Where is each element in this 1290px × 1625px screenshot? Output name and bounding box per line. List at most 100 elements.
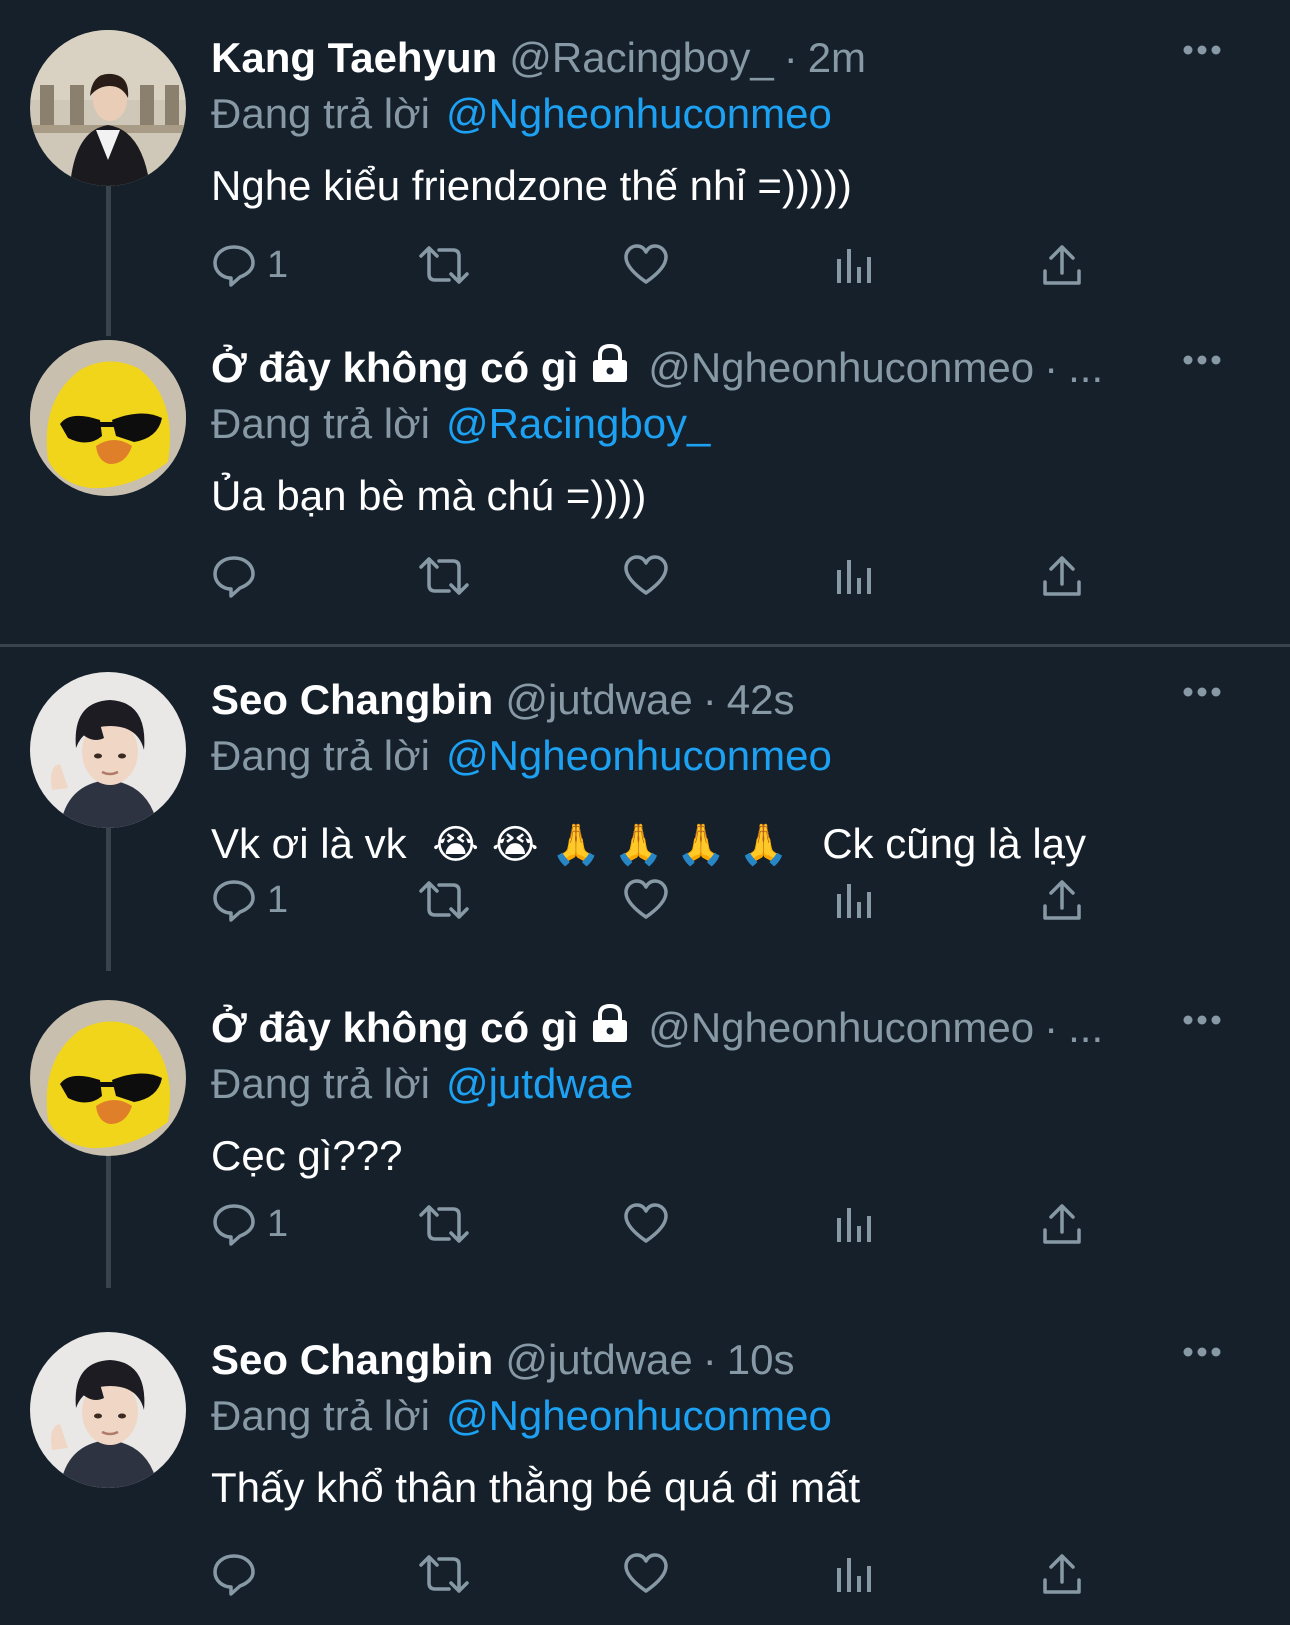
tweet-actions: 1 [211,237,1111,293]
timestamp[interactable]: ... [1068,1004,1103,1052]
replying-label: Đang trả lời [211,1392,430,1439]
user-handle[interactable]: @Ngheonhuconmeo [648,1004,1034,1052]
replying-to: Đang trả lời @Ngheonhuconmeo [211,1388,1211,1444]
more-icon[interactable] [1182,1346,1222,1358]
share-button[interactable] [1041,237,1083,293]
tweet-header: Seo Changbin @jutdwae · 42s [211,672,1211,728]
tweet-header: Ở đây không có gì @Ngheonhuconmeo · ... [211,340,1211,396]
like-icon [623,877,669,923]
views-button[interactable] [835,872,875,928]
views-button[interactable] [835,548,875,604]
emoji-sequence: 😭 😭 🙏 🙏 🙏 🙏 [432,822,789,868]
tweet-content: Ở đây không có gì @Ngheonhuconmeo · ... … [211,1000,1211,1186]
user-handle[interactable]: @jutdwae [505,1336,692,1384]
tweet-text: Cẹc gì??? [211,1132,403,1179]
tweet-text-start: Vk ơi là vk [211,820,407,867]
thread-divider [0,644,1290,647]
share-button[interactable] [1041,548,1083,604]
tweet-header: Kang Taehyun @Racingboy_ · 2m [211,30,1211,86]
views-icon [835,880,875,920]
lock-icon [588,1001,632,1055]
share-icon [1041,878,1083,922]
replying-label: Đang trả lời [211,732,430,779]
retweet-button[interactable] [417,1196,471,1252]
mention-link[interactable]: @Ngheonhuconmeo [446,1392,832,1440]
tweet-text-end: Ck cũng là lạy [822,820,1087,867]
timestamp[interactable]: ... [1068,344,1103,392]
replying-to: Đang trả lời @Ngheonhuconmeo [211,86,1211,142]
views-icon [835,556,875,596]
reply-button[interactable]: 1 [211,1196,288,1252]
views-button[interactable] [835,237,875,293]
tweet-header: Ở đây không có gì @Ngheonhuconmeo · ... [211,1000,1211,1056]
reply-count: 1 [267,878,289,921]
replying-label: Đang trả lời [211,90,430,137]
retweet-button[interactable] [417,548,471,604]
display-name[interactable]: Seo Changbin [211,1336,493,1384]
like-button[interactable] [623,872,669,928]
views-icon [835,1204,875,1244]
reply-count: 1 [267,1202,289,1245]
avatar[interactable] [30,340,186,496]
views-icon [835,1554,875,1594]
tweet-text: Nghe kiểu friendzone thế nhỉ =))))) [211,162,852,209]
display-name[interactable]: Ở đây không có gì [211,1004,578,1052]
thread-line [106,805,111,971]
reply-button[interactable] [211,548,267,604]
mention-link[interactable]: @jutdwae [446,1060,633,1108]
like-icon [623,1201,669,1247]
separator-dot: · [783,34,798,81]
share-button[interactable] [1041,1196,1083,1252]
like-icon [623,242,669,288]
timestamp[interactable]: 42s [727,676,795,724]
more-icon[interactable] [1182,686,1222,698]
retweet-icon [417,553,471,599]
timestamp[interactable]: 2m [808,34,866,82]
reply-button[interactable] [211,1546,267,1602]
user-handle[interactable]: @Ngheonhuconmeo [648,344,1034,392]
reply-icon [211,1201,257,1247]
retweet-icon [417,242,471,288]
separator-dot: · [702,676,717,723]
timestamp[interactable]: 10s [727,1336,795,1384]
reply-count: 1 [267,243,289,286]
avatar[interactable] [30,672,186,828]
user-handle[interactable]: @jutdwae [505,676,692,724]
like-button[interactable] [623,548,669,604]
share-icon [1041,243,1083,287]
user-handle[interactable]: @Racingboy_ [509,34,773,82]
more-icon[interactable] [1182,354,1222,366]
reply-button[interactable]: 1 [211,237,288,293]
more-icon[interactable] [1182,44,1222,56]
views-button[interactable] [835,1546,875,1602]
tweet-text: Thấy khổ thân thằng bé quá đi mất [211,1464,861,1511]
like-button[interactable] [623,1196,669,1252]
like-button[interactable] [623,1546,669,1602]
retweet-button[interactable] [417,872,471,928]
replying-to: Đang trả lời @Ngheonhuconmeo [211,728,1211,784]
mention-link[interactable]: @Racingboy_ [446,400,710,448]
like-button[interactable] [623,237,669,293]
mention-link[interactable]: @Ngheonhuconmeo [446,90,832,138]
share-button[interactable] [1041,1546,1083,1602]
thread-line [106,186,111,336]
display-name[interactable]: Seo Changbin [211,676,493,724]
display-name[interactable]: Kang Taehyun [211,34,497,82]
retweet-icon [417,877,471,923]
replying-to: Đang trả lời @jutdwae [211,1056,1211,1112]
reply-button[interactable]: 1 [211,872,288,928]
tweet-header: Seo Changbin @jutdwae · 10s [211,1332,1211,1388]
avatar[interactable] [30,1332,186,1488]
reply-icon [211,242,257,288]
share-icon [1041,1202,1083,1246]
views-button[interactable] [835,1196,875,1252]
avatar[interactable] [30,1000,186,1156]
mention-link[interactable]: @Ngheonhuconmeo [446,732,832,780]
retweet-button[interactable] [417,1546,471,1602]
display-name[interactable]: Ở đây không có gì [211,344,578,392]
more-icon[interactable] [1182,1014,1222,1026]
avatar[interactable] [30,30,186,186]
separator-dot: · [702,1336,717,1383]
retweet-button[interactable] [417,237,471,293]
share-button[interactable] [1041,872,1083,928]
